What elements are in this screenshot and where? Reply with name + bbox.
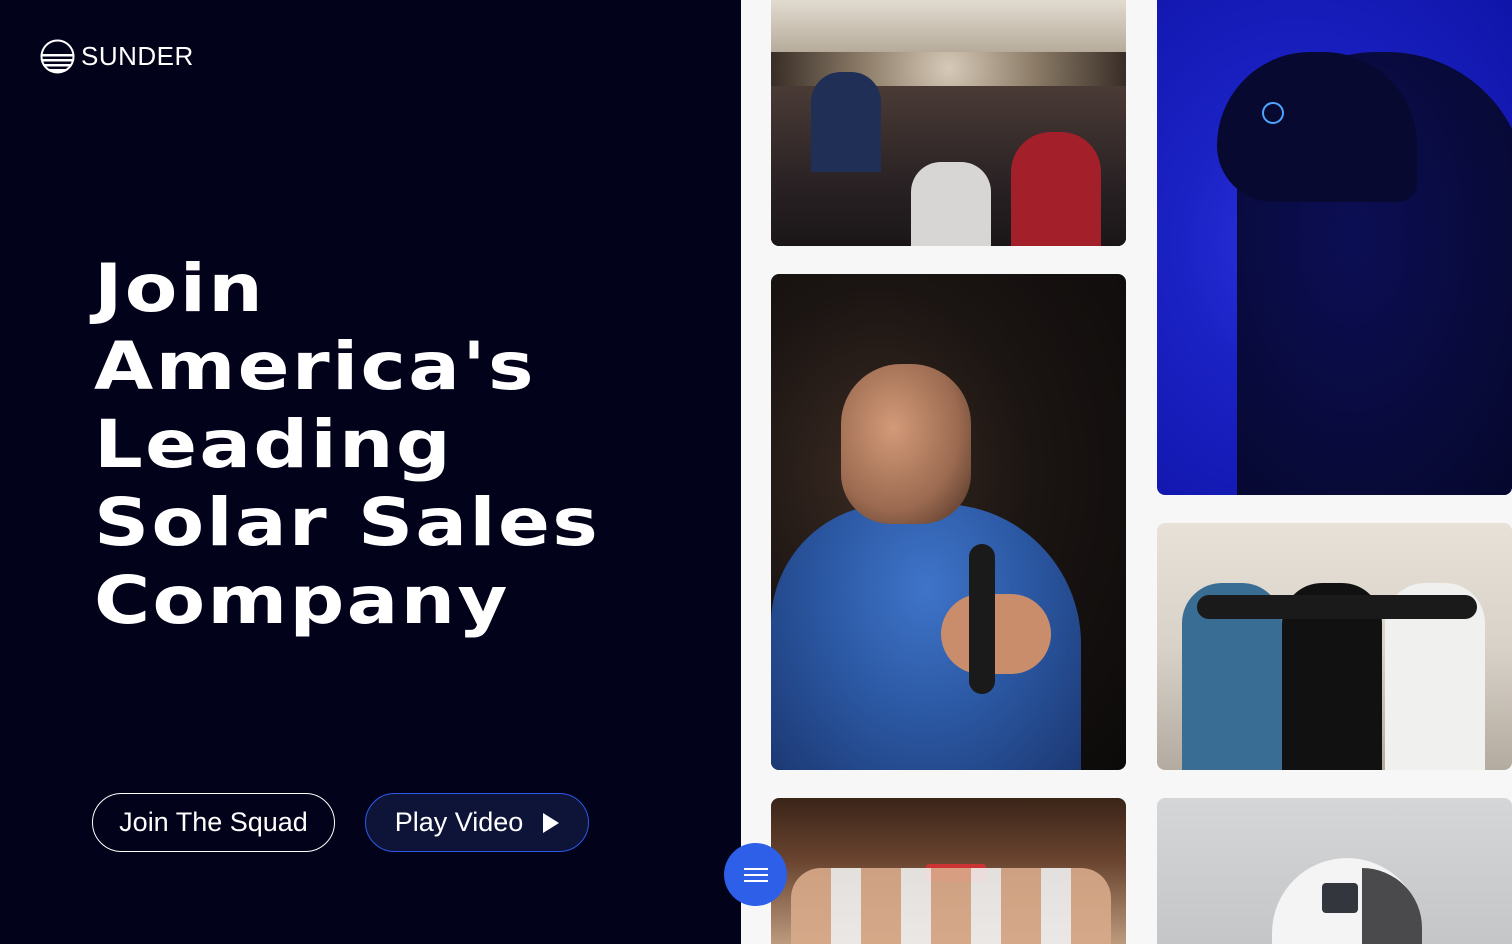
play-icon <box>543 812 560 833</box>
join-the-squad-button[interactable]: Join The Squad <box>92 793 335 852</box>
play-video-button[interactable]: Play Video <box>365 793 589 852</box>
hamburger-menu-icon <box>743 879 768 882</box>
photo-speaker-with-microphone <box>771 274 1126 770</box>
hamburger-menu-button[interactable] <box>724 843 787 906</box>
photo-team-arms-around <box>1157 523 1512 770</box>
brand-logo[interactable]: SUNDER <box>40 39 194 74</box>
photo-branded-cap <box>1157 798 1512 944</box>
headline-line: Company <box>94 562 510 639</box>
hamburger-menu-icon <box>743 867 768 870</box>
photo-team-toast <box>771 798 1126 944</box>
headline-line: Solar Sales <box>94 484 601 561</box>
headline-line: Leading <box>94 406 453 483</box>
photo-cheering-crowd <box>771 0 1126 246</box>
headline-line: America's <box>94 328 536 405</box>
join-button-label: Join The Squad <box>119 807 308 837</box>
hamburger-menu-icon <box>743 873 768 876</box>
hero-panel: SUNDER Join America's Leading Solar Sale… <box>0 0 741 944</box>
brand-name: SUNDER <box>81 41 194 71</box>
play-button-label: Play Video <box>394 807 524 837</box>
hero-headline: Join America's Leading Solar Sales Compa… <box>94 250 790 640</box>
headline-line: Join <box>94 250 266 327</box>
sunset-stripes-icon <box>40 39 75 74</box>
photo-man-in-blue-light <box>1157 0 1512 495</box>
